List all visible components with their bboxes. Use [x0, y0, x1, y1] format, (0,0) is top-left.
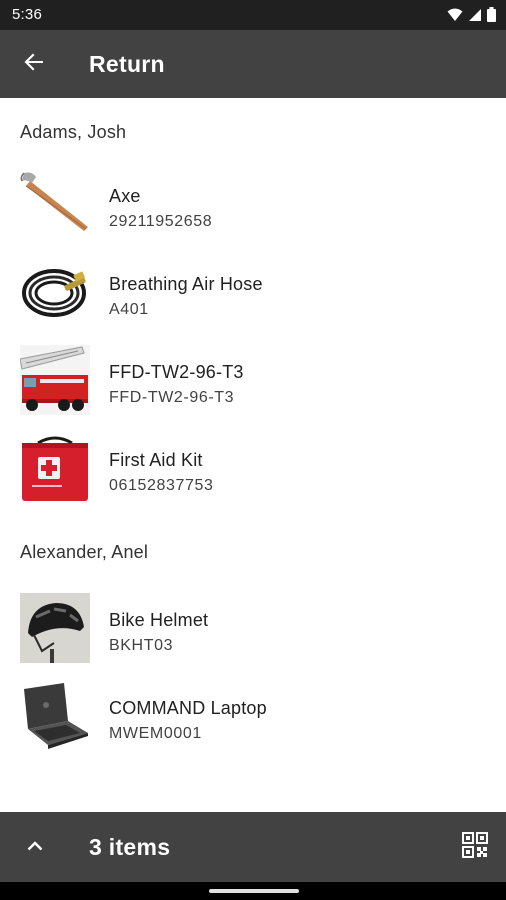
fire-truck-image: [20, 345, 90, 415]
item-code: 06152837753: [109, 477, 214, 494]
item-code: A401: [109, 301, 149, 318]
status-time: 5:36: [12, 6, 42, 23]
item-code: FFD-TW2-96-T3: [109, 389, 235, 406]
axe-image: [20, 169, 90, 239]
battery-icon: [487, 7, 496, 27]
arrow-back-icon: [23, 51, 45, 78]
item-name: FFD-TW2-96-T3: [109, 362, 244, 382]
list-item[interactable]: Bike Helmet BKHT03: [0, 584, 506, 672]
air-hose-image: [20, 257, 90, 327]
item-name: COMMAND Laptop: [109, 698, 267, 718]
home-gesture-handle[interactable]: [209, 889, 299, 893]
item-name: First Aid Kit: [109, 450, 203, 470]
return-list: Adams, Josh Axe 29211952658 Breathing Ai…: [0, 98, 506, 812]
list-item[interactable]: First Aid Kit 06152837753: [0, 424, 506, 512]
list-item[interactable]: COMMAND Laptop MWEM0001: [0, 672, 506, 760]
laptop-image: [20, 681, 90, 751]
back-button[interactable]: [16, 46, 52, 82]
item-name: Axe: [109, 186, 141, 206]
navigation-bar: [0, 882, 506, 900]
page-title: Return: [89, 51, 165, 77]
cell-signal-icon: [468, 8, 482, 27]
bottom-bar: 3 items: [0, 812, 506, 882]
item-code: BKHT03: [109, 637, 174, 654]
item-count-label: 3 items: [89, 834, 171, 860]
group-header-person: Adams, Josh: [20, 122, 127, 142]
app-bar: Return: [0, 30, 506, 98]
qr-code-icon: [462, 831, 488, 863]
list-item[interactable]: FFD-TW2-96-T3 FFD-TW2-96-T3: [0, 336, 506, 424]
status-icons: [447, 7, 496, 27]
item-code: 29211952658: [109, 213, 213, 230]
item-name: Breathing Air Hose: [109, 274, 263, 294]
list-item[interactable]: Breathing Air Hose A401: [0, 248, 506, 336]
bike-helmet-image: [20, 593, 90, 663]
wifi-icon: [447, 8, 463, 27]
first-aid-kit-image: [20, 433, 90, 503]
scan-button[interactable]: [460, 831, 490, 863]
item-code: MWEM0001: [109, 725, 202, 742]
item-name: Bike Helmet: [109, 610, 209, 630]
group-header-person: Alexander, Anel: [20, 542, 149, 562]
expand-button[interactable]: [20, 832, 50, 862]
status-bar: 5:36: [0, 0, 506, 30]
chevron-up-icon: [27, 838, 43, 856]
list-item[interactable]: Axe 29211952658: [0, 160, 506, 248]
